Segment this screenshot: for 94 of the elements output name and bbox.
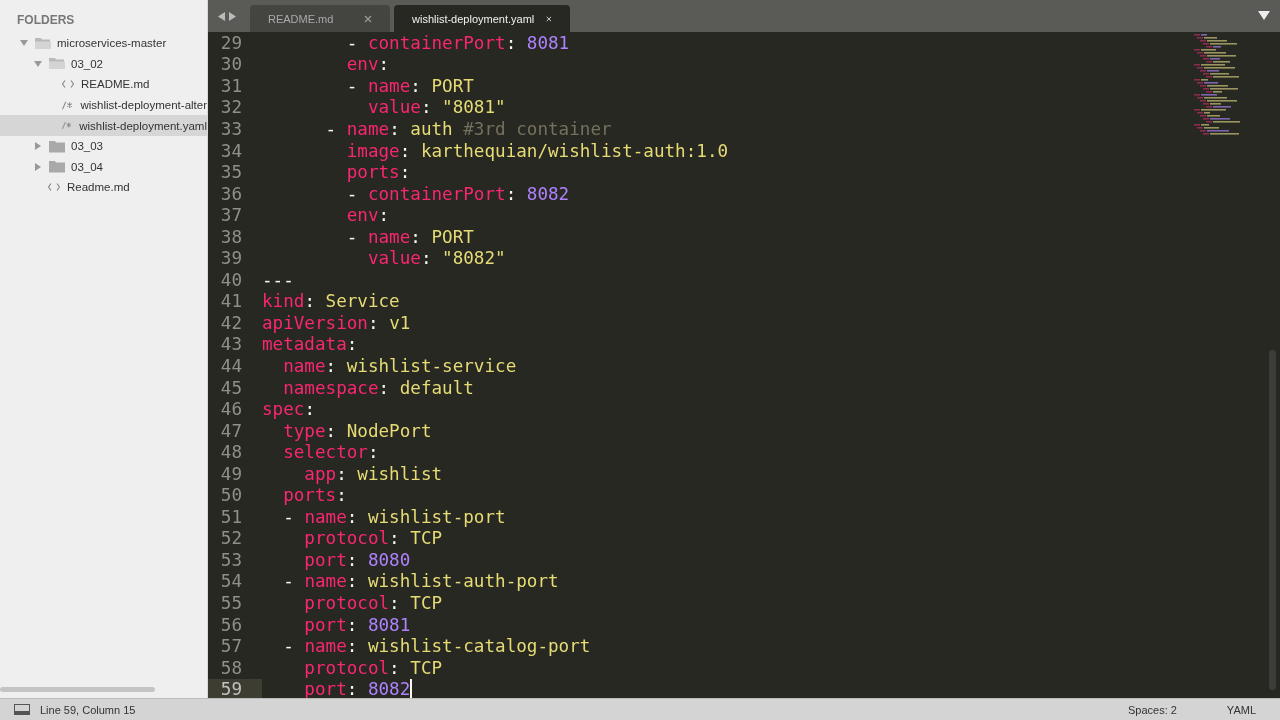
code-line: env: <box>345 205 390 226</box>
next-icon[interactable] <box>229 11 236 21</box>
cursor-position: Line 59, Column 15 <box>40 703 136 716</box>
code-file-icon <box>48 183 60 192</box>
code-line: app: wishlist <box>303 463 443 484</box>
code-line: ports: <box>345 162 411 183</box>
file-item[interactable]: README.md <box>0 74 207 95</box>
line-number: 35 <box>219 162 243 183</box>
folder-item[interactable]: 03_04 <box>0 156 207 178</box>
line-number: 54 <box>219 571 243 592</box>
code-line: - name: PORT <box>345 226 474 247</box>
code-line: type: NodePort <box>282 420 432 441</box>
dropdown-icon[interactable] <box>1258 11 1270 20</box>
code-line: port: 8081 <box>303 614 411 635</box>
line-number: 29 <box>219 32 243 53</box>
sidebar-heading: FOLDERS <box>16 12 76 29</box>
code-line: - name: wishlist-catalog-port <box>282 636 591 657</box>
folder-icon <box>35 36 51 50</box>
code-line: namespace: default <box>282 377 474 398</box>
code-line: port: 8080 <box>303 549 411 570</box>
code-line: - name: PORT <box>345 75 474 96</box>
code-line: - containerPort: 8082 <box>345 183 570 204</box>
code-line: protocol: TCP <box>303 528 443 549</box>
code-line: kind: Service <box>262 291 400 312</box>
line-number: 48 <box>219 442 243 463</box>
syntax-setting[interactable]: YAML <box>1226 703 1256 716</box>
line-number: 45 <box>219 377 243 398</box>
line-number: 39 <box>219 248 243 269</box>
line-number: 31 <box>219 75 243 96</box>
line-number: 58 <box>219 657 243 678</box>
code-line: apiVersion: v1 <box>262 312 411 333</box>
line-number: 55 <box>219 593 243 613</box>
file-item[interactable]: wishlist-deployment.yaml <box>0 115 207 136</box>
code-line: env: <box>345 54 390 75</box>
disclosure-triangle-icon[interactable] <box>20 39 28 48</box>
line-number: 38 <box>219 226 243 247</box>
code-line: metadata: <box>262 334 358 355</box>
line-number: 44 <box>219 355 243 376</box>
disclosure-triangle-icon[interactable] <box>34 59 42 68</box>
disclosure-triangle-icon[interactable] <box>34 142 42 151</box>
code-line: value: "8082" <box>366 248 506 269</box>
folder-icon <box>49 57 65 71</box>
code-line: protocol: TCP <box>303 593 443 613</box>
code-line: - containerPort: 8081 <box>345 32 570 53</box>
folder-item[interactable]: microservices-master <box>0 33 207 54</box>
close-icon[interactable] <box>364 14 372 23</box>
folder-icon <box>49 139 65 153</box>
line-number: 33 <box>219 118 243 139</box>
previous-icon[interactable] <box>218 11 225 21</box>
file-item[interactable]: wishlist-deployment-alter <box>0 94 207 116</box>
disclosure-triangle-icon[interactable] <box>34 162 42 171</box>
line-number: 37 <box>219 205 243 226</box>
panel-icon[interactable] <box>14 704 30 715</box>
code-line: name: wishlist-service <box>282 355 517 376</box>
line-number: 49 <box>219 463 243 484</box>
line-number: 43 <box>219 334 243 355</box>
folder-item[interactable]: 03_02 <box>0 53 207 75</box>
code-line: protocol: TCP <box>303 657 443 678</box>
line-number: 59 <box>208 679 262 698</box>
code-line: - name: auth #3rd container <box>324 118 612 139</box>
line-number: 57 <box>219 636 243 657</box>
line-number: 36 <box>219 183 243 204</box>
line-number: 41 <box>219 291 243 312</box>
code-line: value: "8081" <box>366 97 506 118</box>
tab[interactable]: README.md <box>250 5 390 32</box>
line-number: 51 <box>219 506 243 527</box>
line-number: 56 <box>219 614 243 635</box>
file-item[interactable]: Readme.md <box>0 177 207 198</box>
code-line: selector: <box>282 442 379 463</box>
folder-item[interactable]: 03_03 <box>0 135 207 157</box>
line-number: 42 <box>219 312 243 333</box>
line-number: 34 <box>219 140 243 161</box>
code-line: spec: <box>262 399 315 420</box>
code-line: --- <box>262 269 294 290</box>
line-number: 32 <box>219 97 243 118</box>
comment-file-icon <box>62 100 74 110</box>
line-number: 53 <box>219 549 243 570</box>
line-number: 30 <box>219 54 243 75</box>
code-line: image: karthequian/wishlist-auth:1.0 <box>345 140 729 161</box>
line-number: 46 <box>219 399 243 420</box>
line-number: 40 <box>219 269 243 290</box>
code-file-icon <box>62 80 74 89</box>
folder-icon <box>49 160 65 174</box>
tab[interactable]: wishlist-deployment.yaml <box>394 5 570 32</box>
code-line: - name: wishlist-auth-port <box>282 571 559 592</box>
line-number: 47 <box>219 420 243 441</box>
indentation-setting[interactable]: Spaces: 2 <box>1127 703 1177 716</box>
line-number: 52 <box>219 528 243 549</box>
code-line: port: 8082 <box>303 679 411 698</box>
code-line: - name: wishlist-port <box>282 506 506 527</box>
code-line: ports: <box>282 485 347 506</box>
text-cursor <box>410 679 413 698</box>
line-number: 50 <box>219 485 243 506</box>
comment-file-icon <box>62 121 73 131</box>
